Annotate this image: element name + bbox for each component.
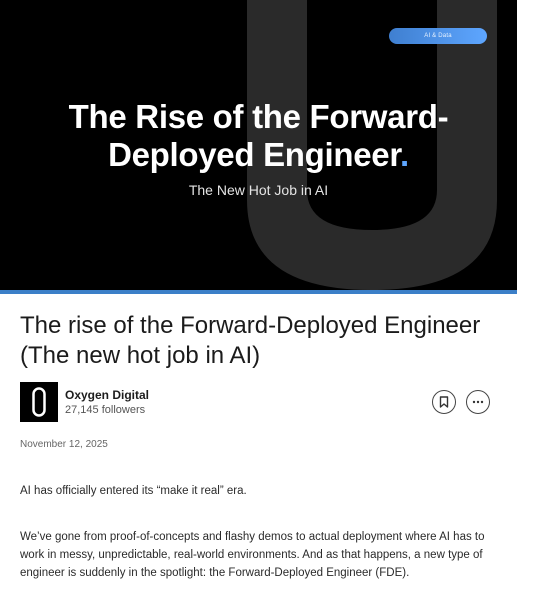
bookmark-icon <box>439 396 449 408</box>
avatar[interactable] <box>20 382 58 422</box>
author-followers: 27,145 followers <box>65 404 146 416</box>
article-paragraph: AI has officially entered its “make it r… <box>20 485 247 497</box>
hero-title-line-2-text: Deployed Engineer <box>108 136 401 173</box>
hero-banner: AI & Data The Rise of the Forward- Deplo… <box>0 0 517 290</box>
save-button[interactable] <box>432 390 456 414</box>
article-title: The rise of the Forward-Deployed Enginee… <box>20 312 481 369</box>
hero-title-line-2: Deployed Engineer. <box>20 136 497 174</box>
hero-title-line-1: The Rise of the Forward- <box>68 98 449 135</box>
category-badge: AI & Data <box>389 28 487 44</box>
hero-accent-bar <box>0 290 517 294</box>
author-name[interactable]: Oxygen Digital <box>65 388 149 402</box>
oxygen-logo-icon <box>32 387 46 417</box>
hero-subtitle: The New Hot Job in AI <box>188 182 329 198</box>
article-paragraph: We’ve gone from proof-of-concepts and fl… <box>20 531 485 579</box>
author-row: Oxygen Digital 27,145 followers <box>20 382 500 422</box>
hero-title: The Rise of the Forward- Deployed Engine… <box>20 98 497 174</box>
more-options-button[interactable] <box>466 390 490 414</box>
publish-date: November 12, 2025 <box>20 439 108 450</box>
ellipsis-icon <box>472 400 484 404</box>
hero-title-dot: . <box>400 136 409 173</box>
